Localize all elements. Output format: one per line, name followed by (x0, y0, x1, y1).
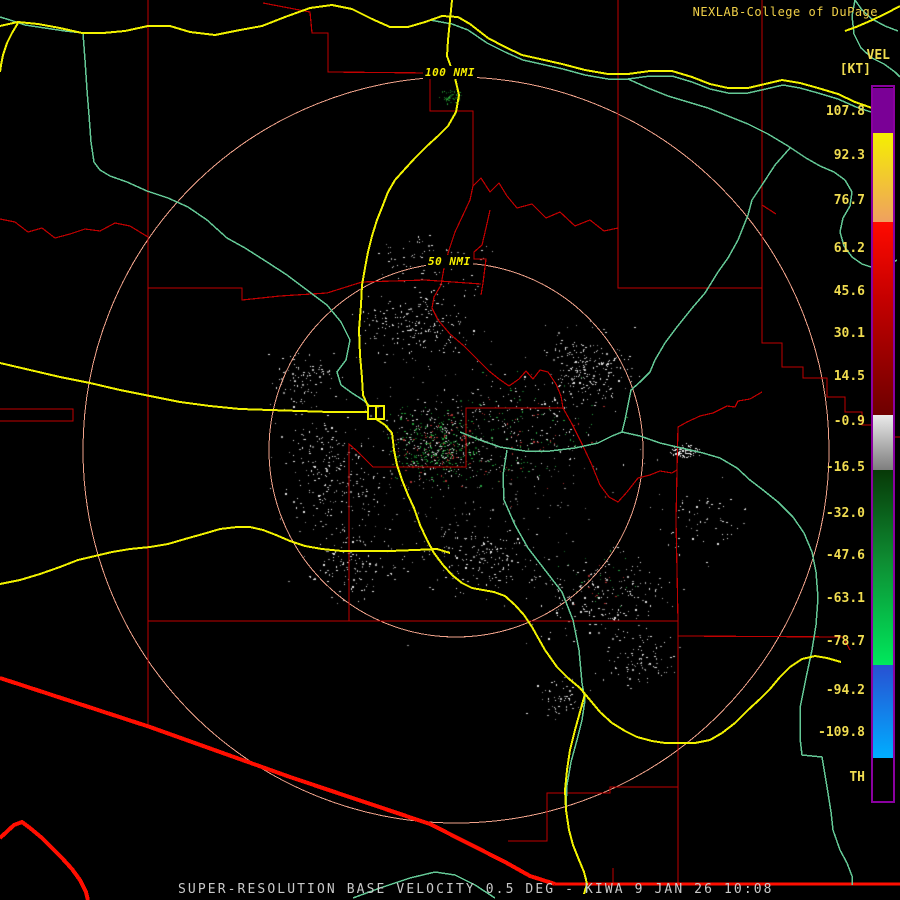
colorbar-tick-label: -0.9 (833, 414, 865, 429)
county-boundaries-line (262, 2, 474, 186)
colorbar-tick-label: -16.5 (825, 460, 865, 475)
highways-line (0, 526, 451, 585)
branding-title: NEXLAB-College of DuPage (692, 5, 878, 19)
range-rings (82, 76, 830, 824)
colorbar-tick-label: 76.7 (833, 193, 865, 208)
rivers-line (459, 431, 853, 885)
international-border (0, 676, 556, 900)
rivers-line (429, 19, 890, 114)
county-boundaries-line (431, 185, 678, 503)
rivers-line (82, 32, 371, 407)
range-ring (268, 262, 644, 638)
colorbar-tick-label: 30.1 (833, 326, 865, 341)
colorbar-tick-label: 92.3 (833, 148, 865, 163)
highways-line (0, 362, 368, 413)
map-overlay (0, 0, 900, 900)
colorbar-tick-label: -63.1 (825, 591, 865, 606)
colorbar-segment (873, 222, 893, 300)
colorbar-units: [KT] (839, 62, 871, 77)
range-ring-label-50nmi: 50 NMI (426, 255, 473, 268)
county-boundaries-line (348, 407, 563, 621)
highways-line (375, 418, 586, 695)
colorbar-segment (873, 665, 893, 758)
range-ring (82, 76, 830, 824)
colorbar-th-label: TH (849, 770, 865, 785)
highways-line (0, 3, 891, 111)
colorbar-segment (873, 88, 893, 133)
county-boundaries-line (0, 218, 149, 239)
county-boundaries-line (617, 0, 762, 289)
rivers-line (502, 449, 588, 893)
international-border-line (0, 819, 90, 900)
range-ring-label-100nmi: 100 NMI (423, 66, 477, 79)
county-boundaries-line (0, 408, 74, 422)
colorbar-segment (873, 300, 893, 415)
colorbar-tick-label: 45.6 (833, 284, 865, 299)
colorbar-tick-label: -32.0 (825, 506, 865, 521)
highways-line (357, 0, 461, 407)
highways-line (563, 693, 589, 895)
highways (0, 0, 900, 895)
velocity-colorbar (871, 85, 895, 803)
county-boundaries-line (675, 391, 763, 884)
colorbar-tick-label: -78.7 (825, 634, 865, 649)
colorbar-segment (873, 470, 893, 560)
colorbar-title: VEL (866, 48, 890, 63)
county-boundaries-line (473, 209, 491, 296)
county-boundaries-line (148, 279, 482, 301)
county-boundaries-line (761, 204, 777, 215)
colorbar-tick-label: -109.8 (818, 725, 865, 740)
colorbar-segment (873, 133, 893, 222)
colorbar-segment (873, 758, 893, 801)
product-caption: SUPER-RESOLUTION BASE VELOCITY 0.5 DEG -… (178, 882, 774, 897)
rivers (0, 0, 900, 899)
colorbar-tick-label: -94.2 (825, 683, 865, 698)
county-boundaries-line (508, 786, 678, 842)
county-boundaries-line (472, 177, 619, 232)
international-border-line (0, 676, 556, 886)
radar-display: 100 NMI 50 NMI NEXLAB-College of DuPage … (0, 0, 900, 900)
colorbar-tick-label: -47.6 (825, 548, 865, 563)
colorbar-tick-label: 14.5 (833, 369, 865, 384)
highways-line (0, 22, 19, 73)
colorbar-segment (873, 415, 893, 470)
colorbar-tick-label: 61.2 (833, 241, 865, 256)
rivers-line (621, 147, 791, 433)
colorbar-tick-label: 107.8 (825, 104, 865, 119)
colorbar-segment (873, 560, 893, 665)
